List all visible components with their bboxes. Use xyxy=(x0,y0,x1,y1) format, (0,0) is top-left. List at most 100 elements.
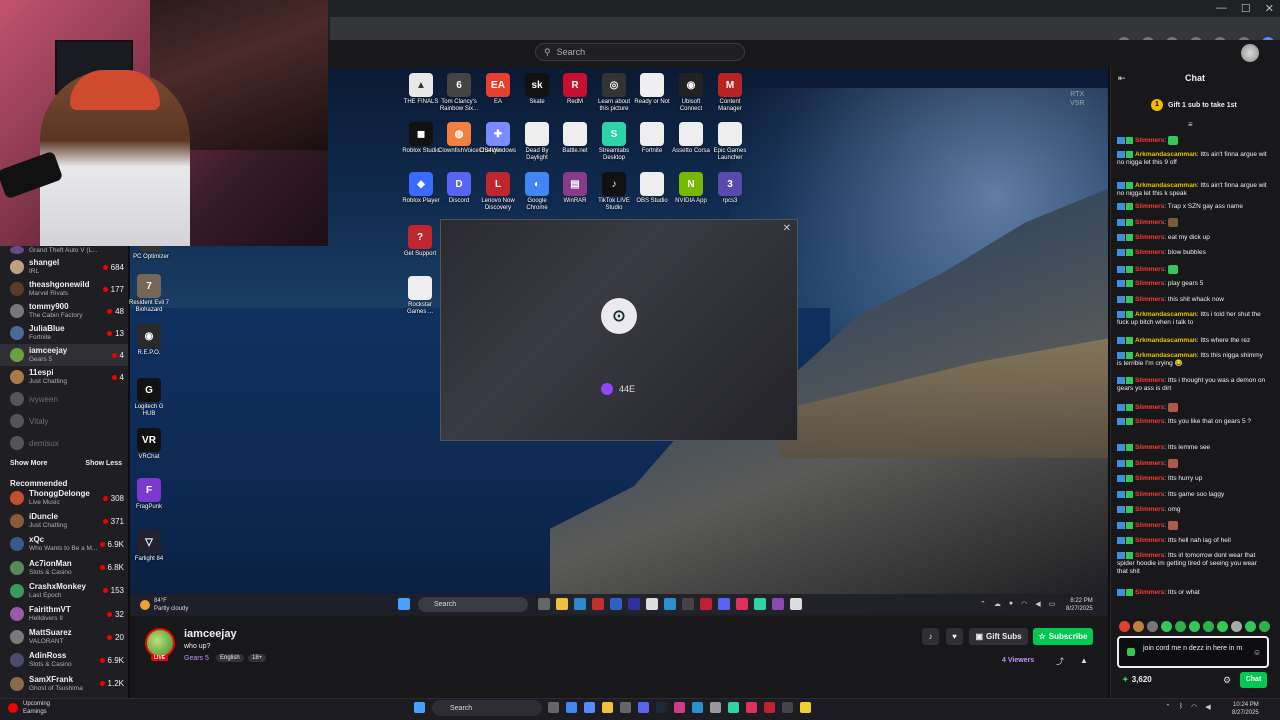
steam-icon[interactable] xyxy=(656,702,667,713)
sidebar-channel-item[interactable]: Vitaly xyxy=(0,410,128,432)
sidebar-channel-item[interactable]: SamXFrank Ghost of Tsushima 1.2K xyxy=(0,673,128,695)
subscribe-button[interactable]: ☆ Subscribe xyxy=(1033,628,1093,645)
sidebar-channel-item[interactable]: iamceejay Gears 5 4 xyxy=(0,344,128,366)
chat-send-button[interactable]: Chat xyxy=(1240,672,1267,688)
desktop-icon[interactable]: Dead By Daylight xyxy=(516,122,558,162)
chat-username[interactable]: Arkmandascamman xyxy=(1135,311,1197,318)
desktop-icon[interactable]: sk Skate xyxy=(516,73,558,106)
app-icon[interactable] xyxy=(772,598,784,610)
app-icon[interactable] xyxy=(620,702,631,713)
desktop-icon[interactable]: N NVIDIA App xyxy=(670,172,712,205)
cloud-icon[interactable]: ☁ xyxy=(994,600,1001,608)
show-less-link[interactable]: Show Less xyxy=(85,460,122,467)
close-icon[interactable]: ✕ xyxy=(783,223,791,234)
desktop-icon[interactable]: VR VRChat xyxy=(128,428,170,461)
discord-icon[interactable] xyxy=(638,702,649,713)
desktop-icon[interactable]: ◍ ClownfishVoiceChanger xyxy=(438,122,502,155)
desktop-icon[interactable]: EA EA xyxy=(477,73,519,106)
chatgpt-icon[interactable] xyxy=(710,702,721,713)
desktop-icon[interactable]: ◆ Roblox Player xyxy=(400,172,442,205)
user-avatar[interactable] xyxy=(1241,44,1259,62)
chat-username[interactable]: Slimmers xyxy=(1135,219,1164,226)
chat-emote[interactable] xyxy=(1167,459,1178,468)
emote[interactable] xyxy=(1259,621,1270,632)
chat-username[interactable]: Slimmers xyxy=(1135,418,1164,425)
sidebar-channel-item[interactable]: iDuncle Just Chatting 371 xyxy=(0,510,128,532)
chat-emote[interactable] xyxy=(1167,403,1178,412)
tiktok-icon[interactable] xyxy=(746,702,757,713)
app-icon[interactable] xyxy=(610,598,622,610)
chat-emote[interactable] xyxy=(1167,218,1178,227)
chrome-icon[interactable] xyxy=(566,702,577,713)
gift-subs-button[interactable]: ▣ Gift Subs xyxy=(969,628,1028,645)
taskbar-clock[interactable]: 10:24 PM 8/27/2025 xyxy=(1232,701,1259,717)
steam-user[interactable]: 44E xyxy=(601,383,635,395)
chat-emote[interactable] xyxy=(1167,136,1178,145)
chat-username[interactable]: Slimmers xyxy=(1135,280,1164,287)
chat-username[interactable]: Slimmers xyxy=(1135,444,1164,451)
stream-category[interactable]: Gears 5 xyxy=(184,655,209,662)
discord-icon[interactable] xyxy=(718,598,730,610)
sidebar-channel-item[interactable]: xQc Who Wants to Be a M... 6.9K xyxy=(0,533,128,555)
windows-start-icon[interactable] xyxy=(414,702,425,713)
sidebar-channel-item[interactable]: tommy900 The Cabin Factory 48 xyxy=(0,300,128,322)
chat-username[interactable]: Slimmers xyxy=(1135,266,1164,273)
instagram-icon[interactable] xyxy=(674,702,685,713)
follow-heart-button[interactable]: ♥ xyxy=(946,628,963,645)
windows-start-icon[interactable] xyxy=(398,598,410,610)
chat-username[interactable]: Arkmandascamman xyxy=(1135,151,1197,158)
desktop-icon[interactable]: Epic Games Launcher xyxy=(709,122,751,162)
weather-widget[interactable]: 84°F Partly cloudy xyxy=(140,597,188,613)
sidebar-channel-item[interactable]: MattSuarez VALORANT 20 xyxy=(0,626,128,648)
chat-username[interactable]: Slimmers xyxy=(1135,234,1164,241)
desktop-icon[interactable]: ◉ R.E.P.O. xyxy=(128,324,170,357)
chat-username[interactable]: Slimmers xyxy=(1135,296,1164,303)
emote[interactable] xyxy=(1119,621,1130,632)
chat-username[interactable]: Slimmers xyxy=(1135,203,1164,210)
wifi-icon[interactable]: ◠ xyxy=(1191,703,1197,711)
app-icon[interactable] xyxy=(628,598,640,610)
desktop-clock[interactable]: 8:22 PM 8/27/2025 xyxy=(1066,597,1093,613)
copilot-icon[interactable] xyxy=(584,702,595,713)
chat-username[interactable]: Slimmers xyxy=(1135,460,1164,467)
chat-username[interactable]: Arkmandascamman xyxy=(1135,337,1197,344)
sidebar-channel-item[interactable]: FairithmVT Helldivers II 32 xyxy=(0,603,128,625)
emote[interactable] xyxy=(1161,621,1172,632)
desktop-icon[interactable]: 7 Resident Evil 7 Biohazard xyxy=(128,274,170,314)
wifi-icon[interactable]: ◠ xyxy=(1021,600,1027,608)
desktop-icon[interactable]: ? Get Support xyxy=(399,225,441,258)
desktop-icon[interactable]: ◎ Learn about this picture xyxy=(593,73,635,113)
app-icon[interactable] xyxy=(764,702,775,713)
desktop-icon[interactable]: Fortnite xyxy=(631,122,673,155)
task-view-icon[interactable] xyxy=(548,702,559,713)
sidebar-channel-item[interactable]: Grand Theft Auto V (L... xyxy=(0,245,128,255)
sidebar-channel-item[interactable]: Ac7ionMan Slots & Casino 6.8K xyxy=(0,557,128,579)
emote[interactable] xyxy=(1231,621,1242,632)
chat-username[interactable]: Arkmandascamman xyxy=(1135,182,1197,189)
gift-leaderboard-banner[interactable]: 1 Gift 1 sub to take 1st xyxy=(1151,99,1237,111)
desktop-icon[interactable]: ✚ DS4Windows xyxy=(477,122,519,155)
desktop-icon[interactable]: Assetto Corsa xyxy=(670,122,712,155)
chat-filter-icon[interactable]: ≡ xyxy=(1188,120,1193,129)
chat-username[interactable]: Slimmers xyxy=(1135,475,1164,482)
volume-icon[interactable]: ◀ xyxy=(1035,600,1040,608)
maximize-button[interactable]: ☐ xyxy=(1241,2,1251,15)
emote-picker-icon[interactable]: ☺ xyxy=(1253,648,1261,657)
streamlabs-icon[interactable] xyxy=(728,702,739,713)
emote[interactable] xyxy=(1203,621,1214,632)
desktop-icon[interactable]: Battle.net xyxy=(554,122,596,155)
mic-icon[interactable]: ● xyxy=(1009,600,1013,608)
notification-bell-button[interactable]: ♪ xyxy=(922,628,939,645)
chat-username[interactable]: Slimmers xyxy=(1135,537,1164,544)
sidebar-channel-item[interactable]: shangel IRL 684 xyxy=(0,256,128,278)
battery-icon[interactable]: ▭ xyxy=(1049,600,1056,608)
sidebar-channel-item[interactable]: ivyween xyxy=(0,388,128,410)
desktop-icon[interactable]: ▤ WinRAR xyxy=(554,172,596,205)
task-view-icon[interactable] xyxy=(538,598,550,610)
minimize-button[interactable]: — xyxy=(1216,2,1227,15)
search-input[interactable]: ⚲ Search xyxy=(535,43,745,61)
chat-username[interactable]: Slimmers xyxy=(1135,249,1164,256)
app-icon[interactable] xyxy=(700,598,712,610)
chat-emote[interactable] xyxy=(1167,521,1178,530)
desktop-icon[interactable]: Rockstar Games ... xyxy=(399,276,441,316)
